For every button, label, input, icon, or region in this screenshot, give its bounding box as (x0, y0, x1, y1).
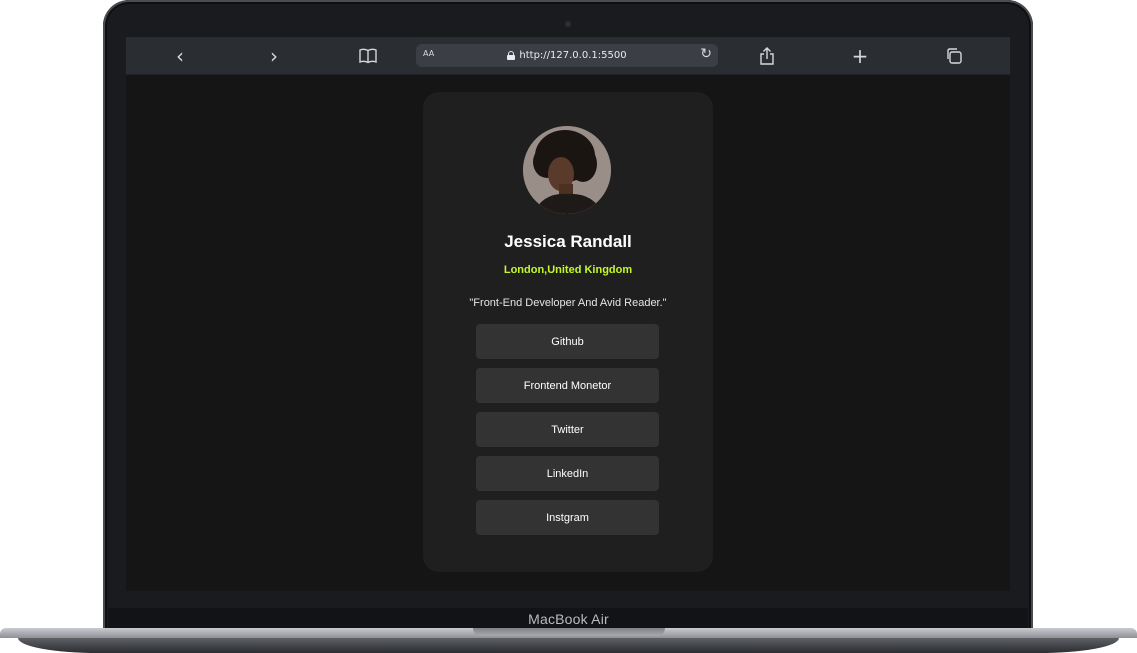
browser-toolbar: ‹ › AA http://127.0.0.1:5500 ↻ + (126, 37, 1010, 75)
tabs-icon[interactable] (943, 45, 965, 67)
device-brand-label: MacBook Air (528, 611, 609, 627)
forward-icon[interactable]: › (263, 45, 285, 67)
address-bar[interactable]: AA http://127.0.0.1:5500 ↻ (416, 44, 718, 67)
frontend-mentor-link-button[interactable]: Frontend Monetor (476, 368, 659, 403)
profile-bio: "Front-End Developer And Avid Reader." (469, 297, 667, 309)
profile-name: Jessica Randall (504, 232, 632, 251)
new-tab-icon[interactable]: + (849, 45, 871, 67)
lock-icon (507, 51, 516, 60)
camera-icon (565, 21, 571, 27)
url-text[interactable]: http://127.0.0.1:5500 (519, 50, 626, 61)
reload-icon[interactable]: ↻ (700, 46, 712, 62)
profile-location: London,United Kingdom (503, 264, 633, 276)
screen: ‹ › AA http://127.0.0.1:5500 ↻ + Jessica… (126, 37, 1010, 591)
laptop-base (0, 628, 1137, 653)
profile-card: Jessica Randall London,United Kingdom "F… (423, 92, 713, 572)
share-icon[interactable] (756, 45, 778, 67)
instagram-link-button[interactable]: Instgram (476, 500, 659, 535)
lid-notch (473, 628, 665, 636)
back-icon[interactable]: ‹ (169, 45, 191, 67)
social-links: Github Frontend Monetor Twitter LinkedIn… (476, 324, 659, 544)
bookmarks-icon[interactable] (357, 45, 379, 67)
linkedin-link-button[interactable]: LinkedIn (476, 456, 659, 491)
avatar (523, 126, 611, 214)
twitter-link-button[interactable]: Twitter (476, 412, 659, 447)
github-link-button[interactable]: Github (476, 324, 659, 359)
